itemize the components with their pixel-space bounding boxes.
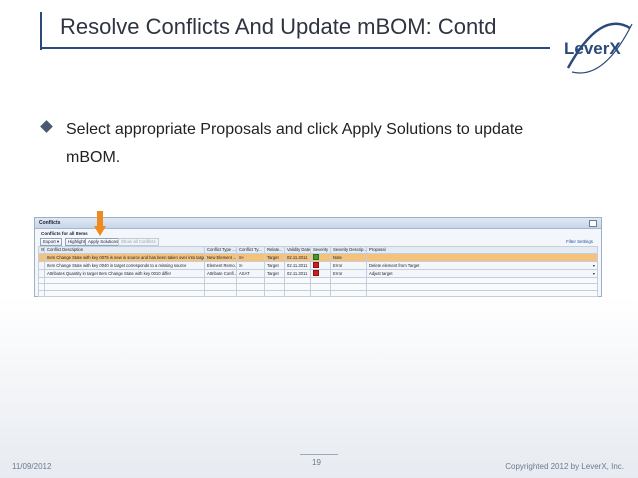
panel-subtitle: Conflicts for all Items: [41, 231, 88, 236]
column-header[interactable]: Validity Date: [284, 246, 311, 254]
validity-date: 02.11.2011: [284, 260, 311, 270]
conflict-description: Item Change State with key 0040 in targe…: [44, 260, 205, 270]
proposal-value: Adjust target: [369, 270, 393, 276]
bullet-point: Select appropriate Proposals and click A…: [38, 116, 598, 172]
severity-ok-icon: [313, 254, 319, 260]
conflict-type-code: S-: [236, 260, 265, 270]
footer-copyright: Copyrighted 2012 by LeverX, Inc.: [505, 462, 624, 471]
conflict-type: New Element ...: [204, 252, 237, 262]
panel-header: Conflicts: [35, 218, 601, 229]
column-header[interactable]: Severity Descrip...: [330, 246, 367, 254]
severity-description: Error: [330, 268, 367, 278]
table-row[interactable]: Item Change State with key 0040 in targe…: [38, 260, 598, 270]
bullet-diamond-icon: [40, 120, 53, 133]
column-header[interactable]: Relate...: [264, 246, 285, 254]
conflicts-table: ⊟ Conflict Description Conflict Type ...…: [38, 246, 598, 298]
column-header[interactable]: Proposal: [366, 246, 598, 254]
panel-title: Conflicts: [39, 220, 61, 226]
validity-date: 02.11.2011: [284, 268, 311, 278]
panel-subheader: Conflicts for all Items: [35, 229, 601, 237]
conflict-type: Element Remo...: [204, 260, 237, 270]
show-all-conflicts-button[interactable]: Show all Conflicts: [118, 238, 159, 246]
chevron-down-icon[interactable]: ▾: [593, 263, 595, 268]
related-to: Target: [264, 260, 285, 270]
apply-solutions-button[interactable]: Apply Solutions: [85, 238, 122, 246]
table-row: [38, 276, 598, 285]
proposal-dropdown[interactable]: Adjust target ▾: [366, 268, 598, 278]
severity-cell: [310, 252, 331, 262]
table-row[interactable]: Attributes Quantity in target Item Chang…: [38, 268, 598, 278]
severity-description: Error: [330, 260, 367, 270]
maximize-icon[interactable]: [589, 220, 597, 227]
leverx-logo: LeverX: [564, 22, 633, 74]
severity-cell: [310, 268, 331, 278]
logo-text: LeverX: [564, 39, 621, 58]
conflict-type-code: S+: [236, 252, 265, 262]
proposal-cell[interactable]: [366, 252, 598, 262]
table-row: [38, 289, 598, 298]
bullet-line-1: Select appropriate Proposals and click A…: [66, 121, 524, 138]
column-header[interactable]: Severity: [310, 246, 331, 254]
row-selector-header[interactable]: ⊟: [38, 246, 45, 254]
title-accent-bar: [40, 12, 42, 50]
title-underline: [40, 47, 550, 49]
severity-error-icon: [313, 270, 319, 276]
bullet-line-2: mBOM.: [66, 149, 121, 166]
down-arrow-icon: [94, 211, 106, 236]
proposal-value: Delete element from Target: [369, 262, 420, 268]
validity-date: 02.11.2011: [284, 252, 311, 262]
page-number: 19: [312, 458, 321, 467]
export-button[interactable]: Export ▾: [40, 238, 63, 246]
proposal-dropdown[interactable]: Delete element from Target ▾: [366, 260, 598, 270]
bullet-text: Select appropriate Proposals and click A…: [66, 116, 598, 172]
footer-date: 11/09/2012: [12, 462, 52, 471]
column-header[interactable]: Conflict Type ...: [204, 246, 237, 254]
severity-cell: [310, 260, 331, 270]
related-to: Target: [264, 252, 285, 262]
conflict-description: Attributes Quantity in target Item Chang…: [44, 268, 205, 278]
column-header[interactable]: Conflict Description: [44, 246, 205, 254]
slide-title: Resolve Conflicts And Update mBOM: Contd: [60, 14, 497, 39]
severity-error-icon: [313, 262, 319, 268]
conflict-description: Item Change State with key 0075 is new i…: [44, 252, 205, 262]
table-row[interactable]: Item Change State with key 0075 is new i…: [38, 252, 598, 262]
conflicts-toolbar: Export ▾ Highlight Apply Solutions Show …: [35, 237, 601, 246]
conflict-type-code: ASAT: [236, 268, 265, 278]
conflicts-panel: Conflicts Conflicts for all Items Export…: [34, 217, 602, 298]
severity-description: Note: [330, 252, 367, 262]
conflict-type: Attribute Confl...: [204, 268, 237, 278]
related-to: Target: [264, 268, 285, 278]
table-row: [38, 283, 598, 291]
table-header-row: ⊟ Conflict Description Conflict Type ...…: [38, 246, 598, 254]
footer-divider: [300, 454, 338, 455]
chevron-down-icon[interactable]: ▾: [593, 271, 595, 276]
column-header[interactable]: Conflict Ty...: [236, 246, 265, 254]
filter-settings-link[interactable]: Filter Settings: [566, 239, 593, 244]
